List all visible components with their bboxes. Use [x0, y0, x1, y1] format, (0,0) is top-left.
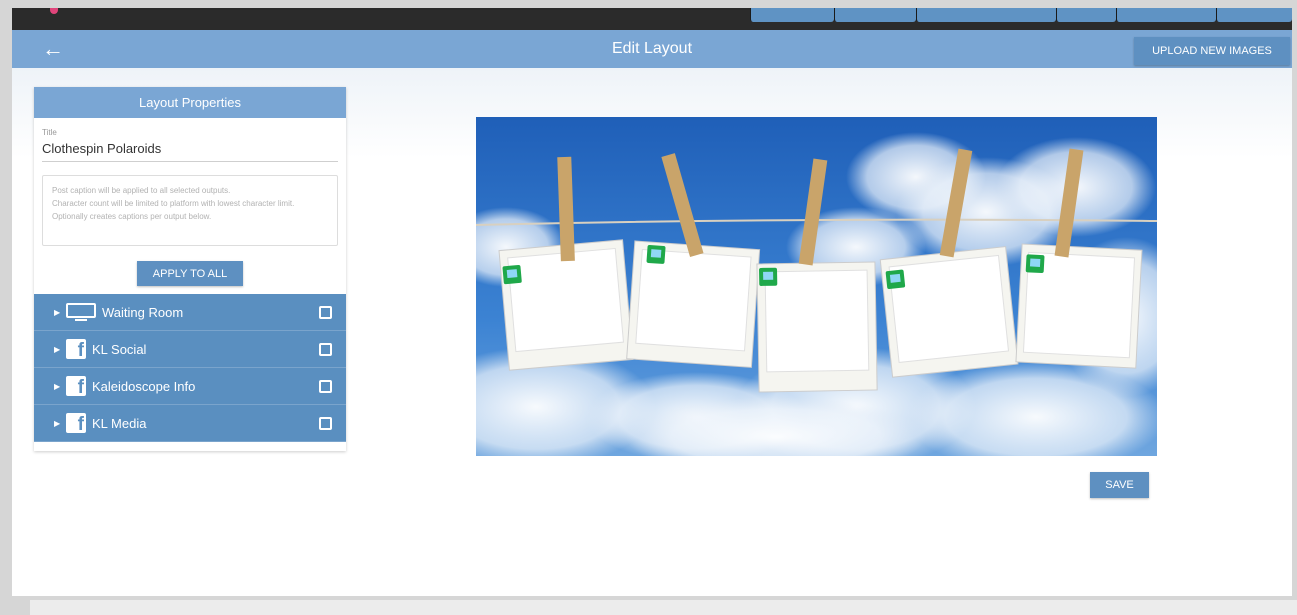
- caption-placeholder-line: Character count will be limited to platf…: [52, 199, 295, 208]
- output-row-kl-social[interactable]: ▶ f KL Social: [34, 331, 346, 368]
- top-tab[interactable]: [916, 8, 1056, 22]
- layout-properties-panel: Layout Properties Title Clothespin Polar…: [34, 87, 346, 451]
- apply-to-all-button[interactable]: APPLY TO ALL: [137, 261, 243, 286]
- output-row-kaleidoscope-info[interactable]: ▶ f Kaleidoscope Info: [34, 368, 346, 405]
- layout-preview: [476, 117, 1157, 456]
- app-logo-mark: [50, 8, 58, 14]
- browser-top-strip: [12, 8, 1292, 30]
- app-header: ← Edit Layout UPLOAD NEW IMAGES: [12, 30, 1292, 68]
- title-field-underline: [42, 161, 338, 162]
- output-label: Kaleidoscope Info: [92, 378, 196, 394]
- output-list: ▶ Waiting Room ▶ f KL Social ▶ f Kaleido…: [34, 294, 346, 442]
- facebook-icon: f: [66, 339, 86, 359]
- page-title: Edit Layout: [611, 40, 693, 57]
- top-tab[interactable]: [1116, 8, 1216, 22]
- upload-new-images-button[interactable]: UPLOAD NEW IMAGES: [1134, 37, 1290, 65]
- output-checkbox[interactable]: [319, 380, 332, 393]
- output-label: Waiting Room: [102, 304, 184, 320]
- top-tab[interactable]: [750, 8, 834, 22]
- app-window: ← Edit Layout UPLOAD NEW IMAGES Layout P…: [12, 8, 1292, 596]
- output-label: KL Social: [92, 341, 147, 357]
- top-tab[interactable]: [1216, 8, 1292, 22]
- caret-right-icon[interactable]: ▶: [54, 419, 62, 428]
- output-checkbox[interactable]: [319, 417, 332, 430]
- layout-preview-image: [476, 117, 1157, 456]
- title-field[interactable]: Clothespin Polaroids: [42, 141, 161, 156]
- caret-right-icon[interactable]: ▶: [54, 345, 62, 354]
- caption-placeholder-line: Optionally creates captions per output b…: [52, 212, 212, 221]
- top-tab[interactable]: [834, 8, 916, 22]
- tv-icon: [66, 302, 96, 322]
- output-checkbox[interactable]: [319, 306, 332, 319]
- caret-right-icon[interactable]: ▶: [54, 382, 62, 391]
- output-label: KL Media: [92, 415, 147, 431]
- save-button[interactable]: SAVE: [1090, 472, 1149, 498]
- output-row-waiting-room[interactable]: ▶ Waiting Room: [34, 294, 346, 331]
- caption-placeholder-line: Post caption will be applied to all sele…: [52, 186, 231, 195]
- title-field-label: Title: [42, 128, 57, 137]
- window-bottom-strip: [30, 600, 1297, 615]
- caret-right-icon[interactable]: ▶: [54, 308, 62, 317]
- caption-textarea[interactable]: Post caption will be applied to all sele…: [42, 175, 338, 246]
- main-content: Layout Properties Title Clothespin Polar…: [12, 68, 1292, 596]
- output-checkbox[interactable]: [319, 343, 332, 356]
- facebook-icon: f: [66, 413, 86, 433]
- top-tab-strip: [750, 8, 1292, 22]
- facebook-icon: f: [66, 376, 86, 396]
- panel-heading: Layout Properties: [34, 87, 346, 118]
- top-tab[interactable]: [1056, 8, 1116, 22]
- output-row-kl-media[interactable]: ▶ f KL Media: [34, 405, 346, 442]
